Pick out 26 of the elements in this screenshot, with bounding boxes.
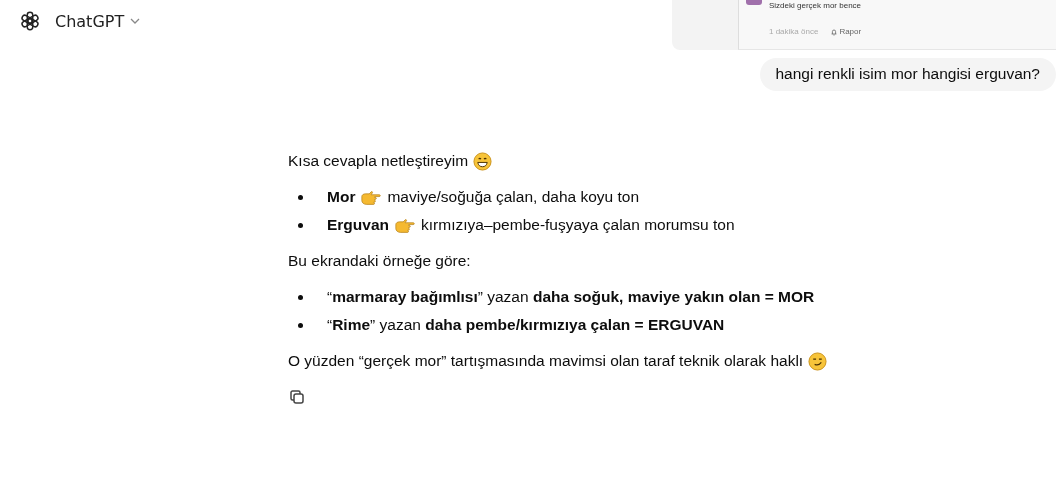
model-selector[interactable]: ChatGPT — [55, 11, 142, 31]
logo-icon[interactable] — [19, 10, 41, 32]
pointing-hand-icon — [360, 189, 383, 205]
avatar — [746, 0, 762, 5]
pointing-hand-icon — [394, 217, 416, 233]
bullet-icon — [298, 294, 303, 300]
comment-text: Sizdeki gerçek mor bence — [769, 1, 862, 10]
term-text: Mor — [327, 187, 356, 207]
bullet-icon — [298, 194, 303, 200]
smirking-face-icon — [808, 351, 828, 371]
copy-button[interactable] — [288, 388, 306, 406]
definition-text: kırmızıya–pembe-fuşyaya çalan morumsu ton — [421, 215, 735, 235]
message-text: O yüzden “gerçek mor” tartışmasında mavimsi olan taraf teknik olarak haklı — [288, 351, 804, 371]
definition-text: maviye/soğuğa çalan, daha koyu ton — [387, 187, 640, 207]
grinning-face-icon — [473, 151, 493, 171]
message-text: Bu ekrandaki örneğe göre: — [288, 251, 471, 271]
list-item-text: “Rime” yazan daha pembe/kırmızıya çalan = ERGUVAN — [327, 315, 725, 335]
term-text: Erguvan — [327, 215, 389, 235]
message-text: Kısa cevapla netleştireyim — [288, 151, 469, 171]
list-item-text: “marmaray bağımlısı” yazan daha soğuk, maviye yakın olan = MOR — [327, 287, 815, 307]
bullet-icon — [298, 222, 303, 228]
report-link[interactable]: Rapor — [830, 27, 862, 36]
user-message: hangi renkli isim mor hangisi erguvan? — [759, 58, 1056, 91]
timestamp: 1 dakika önce — [769, 27, 819, 36]
bell-icon — [830, 27, 839, 36]
bullet-icon — [298, 322, 303, 328]
